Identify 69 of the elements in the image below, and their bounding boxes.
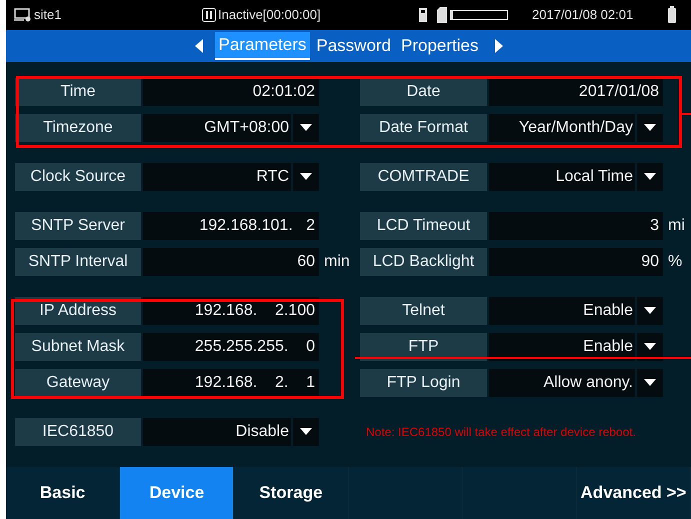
site-name: site1: [34, 6, 62, 24]
sd-card-icon: [436, 7, 448, 23]
dropdown-value: RTC: [143, 163, 291, 191]
caret-icon: [300, 124, 312, 132]
dropdown-value: Local Time: [489, 163, 635, 191]
unit-text: %: [667, 252, 682, 272]
battery-icon: [667, 6, 677, 24]
unit-text: mi: [667, 216, 685, 236]
input-field[interactable]: 3: [489, 212, 663, 240]
dropdown[interactable]: Local Time: [489, 163, 663, 191]
note-text: Note: IEC61850 will take effect after device reboot.: [366, 424, 636, 441]
caret-icon: [300, 428, 312, 436]
pause-icon: [202, 8, 216, 22]
dropdown[interactable]: Enable: [489, 333, 663, 361]
caret-icon: [644, 124, 656, 132]
field-label: Date Format: [360, 114, 487, 142]
monitor-icon: [14, 8, 32, 22]
unit-text: min: [323, 252, 350, 272]
dropdown-value: Disable: [143, 418, 291, 446]
field-label: LCD Backlight: [360, 248, 487, 276]
tab[interactable]: Properties: [397, 32, 482, 60]
caret-icon: [644, 307, 656, 315]
dropdown-value: Allow anony.: [489, 369, 635, 397]
bottom-tab[interactable]: Basic: [6, 467, 120, 519]
field-label: IEC61850: [15, 418, 141, 446]
dropdown[interactable]: RTC: [143, 163, 319, 191]
input-field[interactable]: 60: [143, 248, 319, 276]
field-label: Subnet Mask: [15, 333, 141, 361]
field-label: FTP Login: [360, 369, 487, 397]
field-label: SNTP Interval: [15, 248, 141, 276]
field-label: FTP: [360, 333, 487, 361]
caret-icon: [644, 173, 656, 181]
bottom-tab[interactable]: Advanced >>: [576, 467, 691, 519]
bottom-tab[interactable]: Device: [120, 467, 234, 519]
input-field[interactable]: 255.255.255. 0: [143, 333, 319, 361]
field-label: Timezone: [15, 114, 141, 142]
dropdown-value: Year/Month/Day: [489, 114, 635, 142]
caret-icon: [300, 173, 312, 181]
field-label: LCD Timeout: [360, 212, 487, 240]
input-field[interactable]: 2017/01/08: [489, 78, 663, 106]
dropdown-value: GMT+08:00: [143, 114, 291, 142]
input-field[interactable]: 192.168.101. 2: [143, 212, 319, 240]
dropdown[interactable]: Allow anony.: [489, 369, 663, 397]
tab[interactable]: Password: [312, 32, 396, 60]
dropdown[interactable]: Disable: [143, 418, 319, 446]
dropdown-value: Enable: [489, 297, 635, 325]
capacity-bar-icon: [450, 10, 508, 20]
field-label: Time: [15, 78, 141, 106]
dropdown[interactable]: Year/Month/Day: [489, 114, 663, 142]
input-field[interactable]: 90: [489, 248, 663, 276]
bottom-tab[interactable]: Storage: [234, 467, 349, 519]
field-label: COMTRADE: [360, 163, 487, 191]
caret-icon: [644, 379, 656, 387]
dropdown-value: Enable: [489, 333, 635, 361]
input-field[interactable]: 02:01:02: [143, 78, 319, 106]
left-arrow-icon[interactable]: [194, 39, 202, 53]
recording-status: Inactive[00:00:00]: [218, 6, 322, 24]
field-label: Gateway: [15, 369, 141, 397]
right-arrow-icon[interactable]: [494, 39, 502, 53]
dropdown[interactable]: Enable: [489, 297, 663, 325]
field-label: Clock Source: [15, 163, 141, 191]
dropdown[interactable]: GMT+08:00: [143, 114, 319, 142]
field-label: Date: [360, 78, 487, 106]
storage-icon: [418, 7, 428, 23]
date-time: 2017/01/08 02:01: [532, 6, 634, 24]
field-label: SNTP Server: [15, 212, 141, 240]
input-field[interactable]: 192.168. 2. 1: [143, 369, 319, 397]
caret-icon: [644, 343, 656, 351]
field-label: Telnet: [360, 297, 487, 325]
